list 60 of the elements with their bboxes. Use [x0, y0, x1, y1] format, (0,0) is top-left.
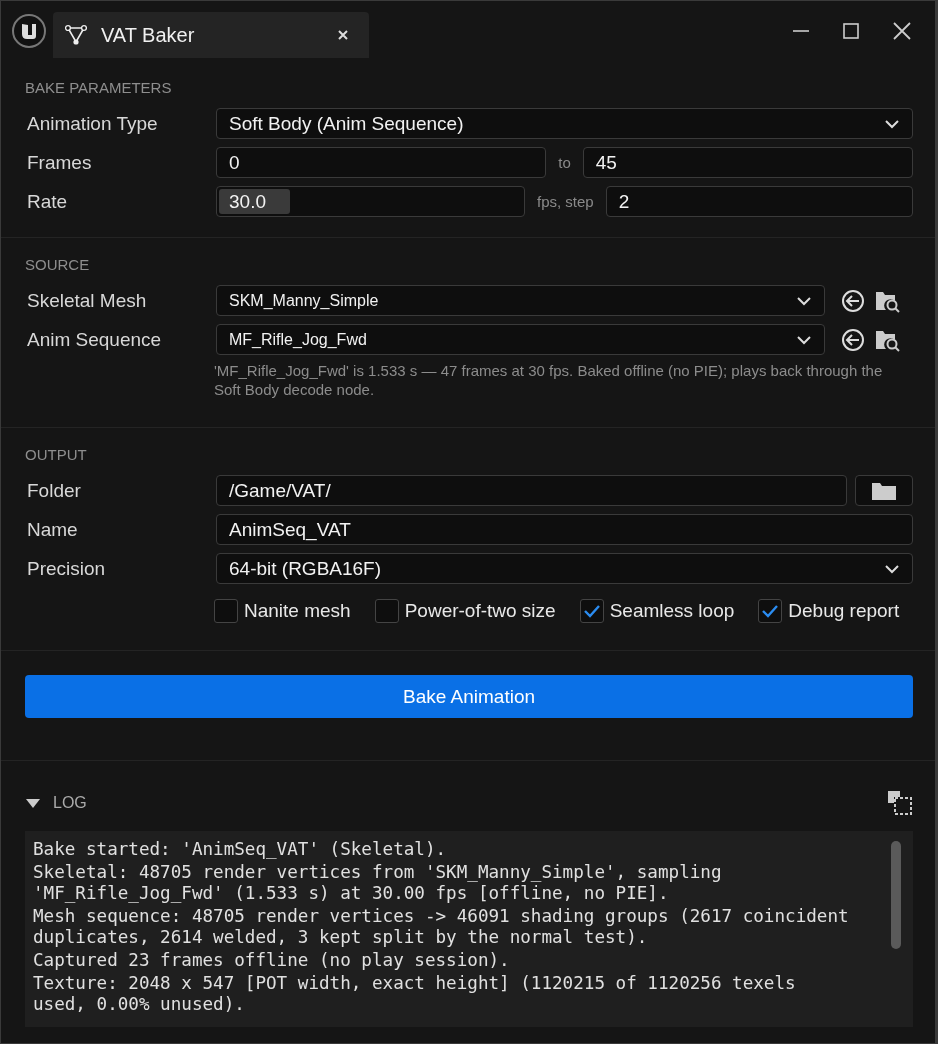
field-label: Animation Type [26, 112, 159, 135]
folder-icon [871, 480, 897, 501]
minimize-icon[interactable] [793, 29, 809, 33]
chevron-down-icon [884, 563, 900, 574]
number-field[interactable]: 45 [582, 147, 913, 178]
checkbox-label[interactable]: Power-of-two size [404, 600, 556, 622]
input-field[interactable]: AnimSeq_VAT [216, 514, 913, 545]
triangle-down-icon[interactable] [25, 797, 41, 809]
checkbox[interactable] [374, 599, 399, 623]
triangle-nodes-icon [65, 24, 87, 46]
chevron-down-icon [884, 118, 900, 129]
info-text: 'MF_Rifle_Jog_Fwd' is 1.533 s — 47 frames at 30 fps. Baked offline (no PIE); plays back through the Soft Body decode node. [214, 361, 884, 400]
log-line: Bake started: 'AnimSeq_VAT' (Skeletal). [33, 839, 448, 860]
field-label: Rate [26, 190, 69, 213]
checkbox[interactable] [579, 599, 604, 623]
chevron-down-icon [796, 295, 812, 306]
arrow-circle-icon[interactable] [841, 327, 865, 352]
arrow-circle-icon[interactable] [841, 288, 865, 313]
log-line: Skeletal: 48705 render vertices from 'SKM_Manny_Simple', sampling 'MF_Rifle_Jog_Fwd' (1.533 s) at 30.00 fps [offline, no PIE]. [33, 862, 723, 904]
field-label: Anim Sequence [26, 328, 163, 351]
section-heading: LOG [53, 794, 88, 812]
bake-button[interactable]: Bake Animation [25, 675, 913, 718]
checkbox-label[interactable]: Nanite mesh [244, 600, 351, 622]
number-field[interactable]: 0 [216, 147, 547, 178]
checkbox-label[interactable]: Debug report [788, 600, 900, 622]
window-tab[interactable]: VAT Baker [53, 12, 369, 58]
window-title: VAT Baker [101, 23, 196, 47]
app-logo-icon [11, 13, 47, 49]
field-label: Name [26, 518, 79, 541]
number-field[interactable]: 2 [605, 186, 913, 217]
close-icon[interactable] [893, 22, 911, 40]
section-heading: BAKE PARAMETERS [25, 79, 173, 96]
separator-label: to [557, 154, 572, 171]
asset-picker[interactable]: SKM_Manny_Simple [216, 285, 825, 316]
section-heading: SOURCE [25, 256, 91, 273]
dropdown[interactable]: Soft Body (Anim Sequence) [216, 108, 913, 139]
checkbox-label[interactable]: Seamless loop [609, 600, 735, 622]
checkbox[interactable] [214, 599, 238, 623]
checkbox[interactable] [758, 599, 783, 623]
log-line: Captured 23 frames offline (no play session). [33, 950, 511, 971]
spin-field[interactable]: 30.0 [216, 186, 525, 217]
chevron-down-icon [796, 334, 812, 345]
field-label: Folder [26, 479, 82, 502]
check-icon [582, 604, 601, 618]
scrollbar[interactable] [891, 841, 901, 949]
asset-picker[interactable]: MF_Rifle_Jog_Fwd [216, 324, 825, 355]
close-icon[interactable] [337, 29, 349, 41]
log-line: Mesh sequence: 48705 render vertices -> 46091 shading groups (2617 coincident duplicates, 2614 welded, 3 kept split by the normal test). [33, 906, 850, 948]
maximize-icon[interactable] [843, 23, 859, 39]
section-heading: OUTPUT [25, 446, 88, 463]
dropdown[interactable]: 64-bit (RGBA16F) [216, 553, 913, 584]
check-icon [761, 604, 780, 618]
field-label: Frames [26, 151, 93, 174]
field-label: Precision [26, 557, 107, 580]
field-label: Skeletal Mesh [26, 289, 148, 312]
path-field[interactable]: /Game/VAT/ [216, 475, 847, 506]
copy-icon[interactable] [887, 790, 913, 816]
log-line: Texture: 2048 x 547 [POT width, exact height] (1120215 of 1120256 texels used, 0.00% unused). [33, 973, 797, 1015]
unit-label: fps, step [536, 193, 595, 210]
browse-button[interactable] [855, 475, 913, 506]
